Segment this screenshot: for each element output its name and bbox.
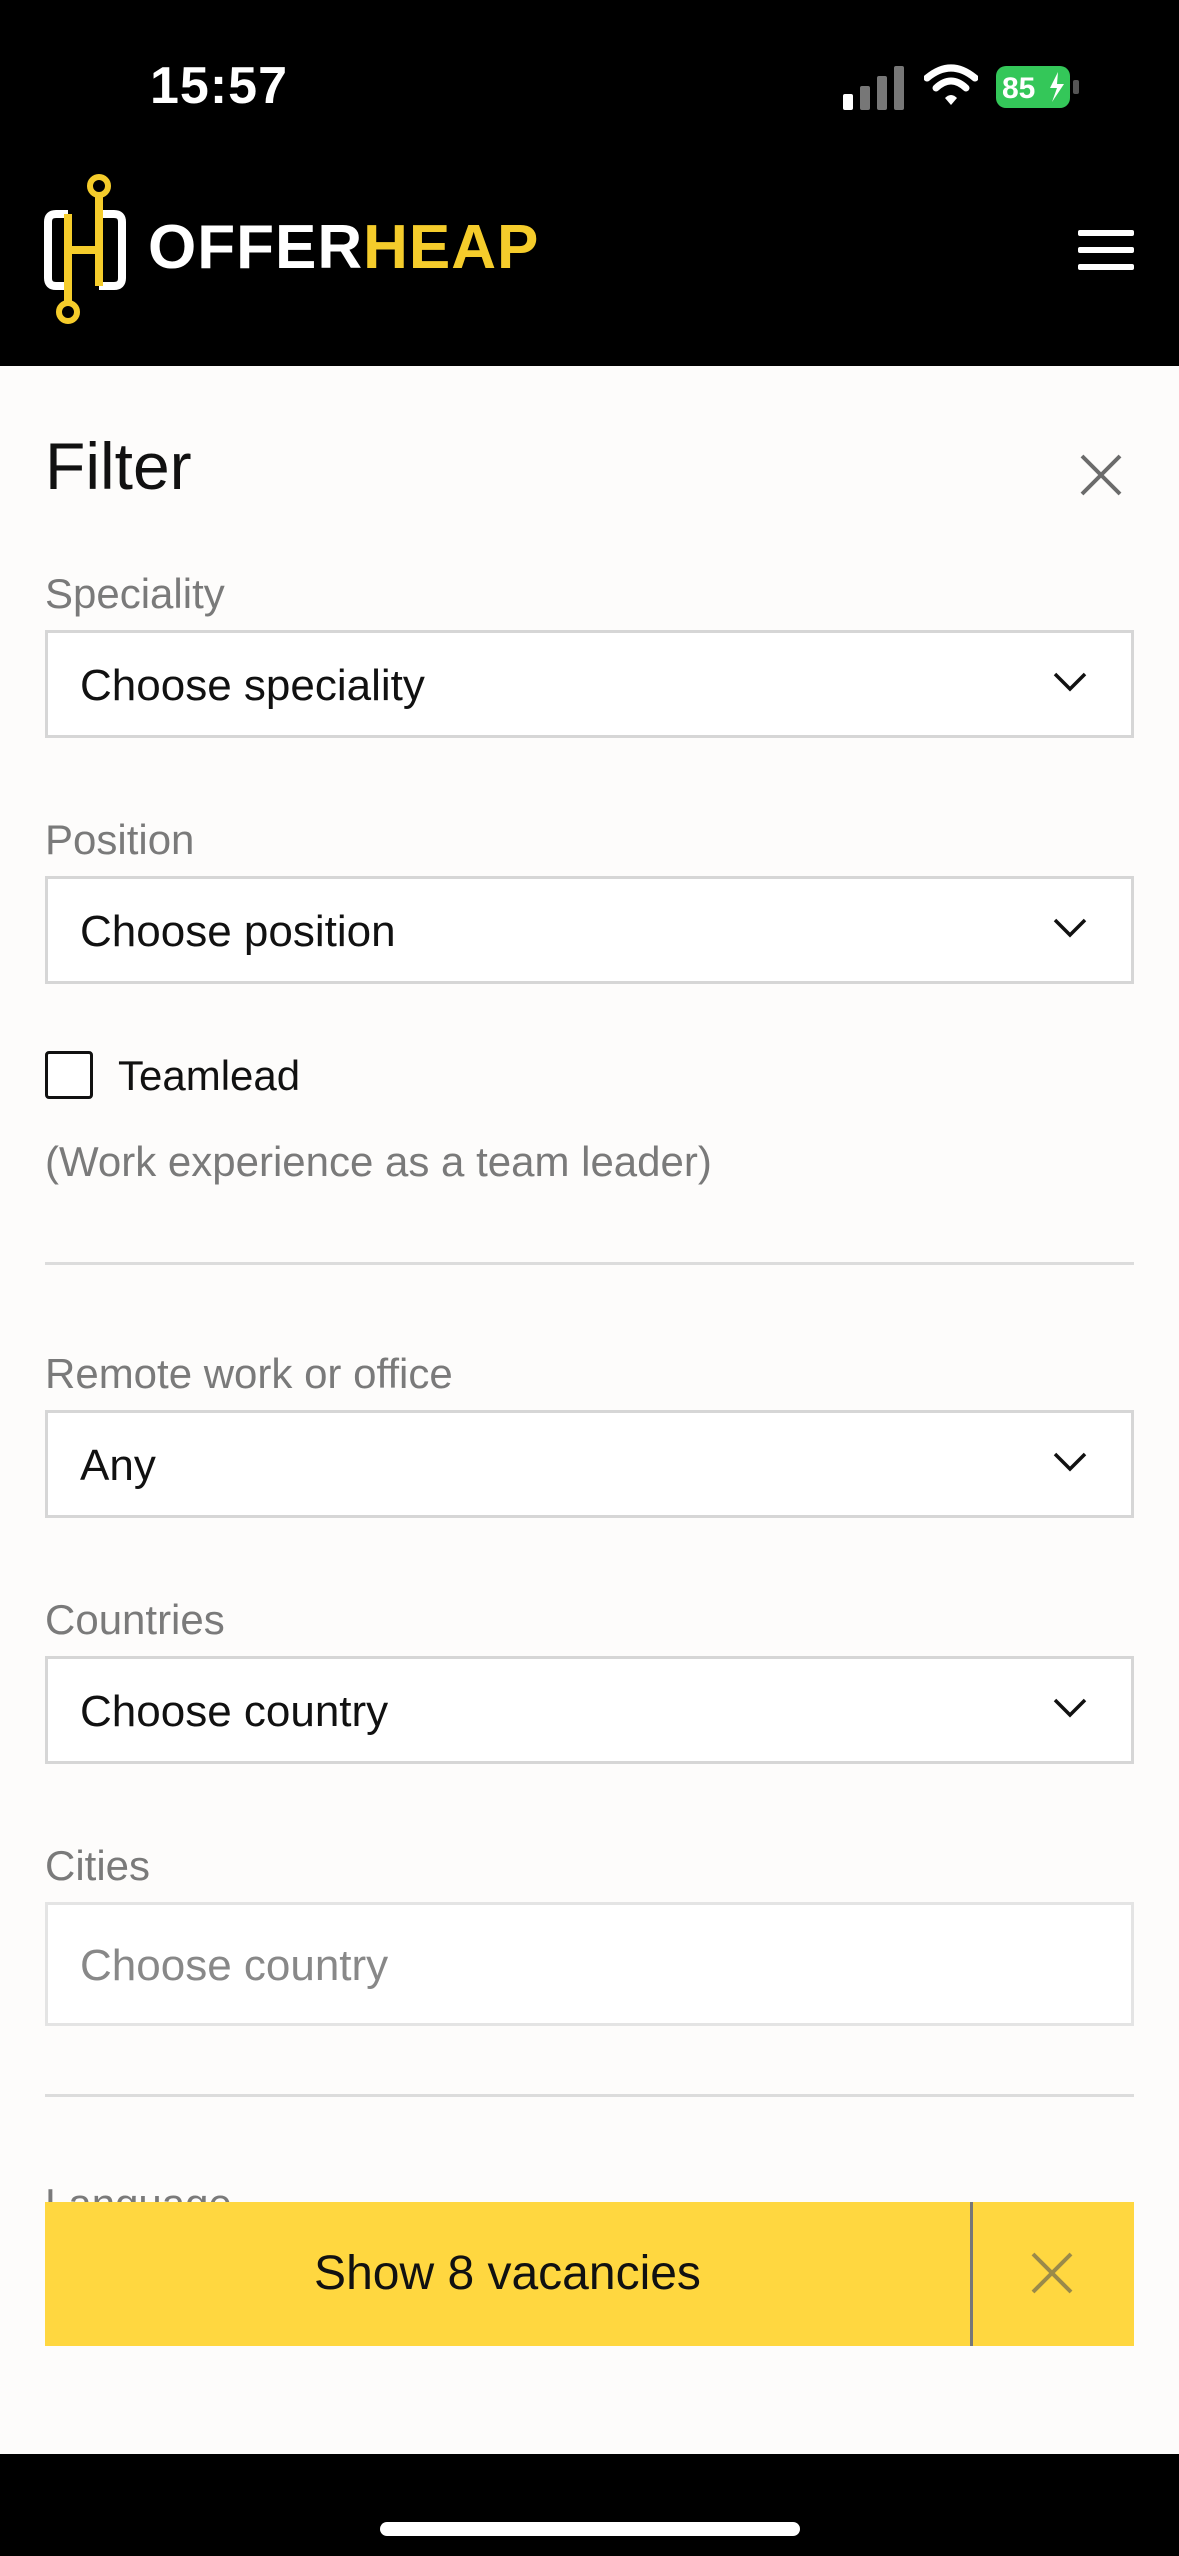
chevron-down-icon bbox=[1053, 672, 1087, 692]
teamlead-label[interactable]: Teamlead bbox=[118, 1052, 300, 1100]
remote-select[interactable]: Any bbox=[45, 1410, 1134, 1518]
brand-name-part1: OFFER bbox=[148, 213, 364, 282]
home-indicator[interactable] bbox=[380, 2522, 800, 2536]
home-bar bbox=[0, 2454, 1179, 2556]
status-bar: 15:57 85 bbox=[0, 0, 1179, 170]
position-value: Choose position bbox=[80, 907, 396, 956]
menu-icon[interactable] bbox=[1078, 230, 1134, 270]
chevron-down-icon bbox=[1053, 918, 1087, 938]
teamlead-checkbox[interactable] bbox=[45, 1051, 93, 1099]
position-select[interactable]: Choose position bbox=[45, 876, 1134, 984]
speciality-select[interactable]: Choose speciality bbox=[45, 630, 1134, 738]
close-icon[interactable] bbox=[1078, 452, 1124, 498]
section-divider bbox=[45, 1262, 1134, 1265]
cities-input[interactable]: Choose country bbox=[45, 1902, 1134, 2026]
countries-select[interactable]: Choose country bbox=[45, 1656, 1134, 1764]
speciality-label: Speciality bbox=[45, 570, 225, 617]
brand-name-part2: HEAP bbox=[363, 213, 540, 282]
offerheap-logo-icon[interactable] bbox=[42, 174, 128, 324]
filter-panel: Filter Speciality Choose speciality Posi… bbox=[0, 366, 1179, 2454]
battery-percent: 85 bbox=[1002, 72, 1035, 105]
status-time: 15:57 bbox=[150, 57, 288, 115]
chevron-down-icon bbox=[1053, 1452, 1087, 1472]
position-label: Position bbox=[45, 816, 195, 863]
section-divider bbox=[45, 2094, 1134, 2097]
cellular-signal-icon bbox=[843, 66, 904, 110]
results-action-bar: Show 8 vacancies bbox=[45, 2202, 1134, 2346]
reset-filters-button[interactable] bbox=[973, 2202, 1134, 2346]
show-vacancies-button[interactable]: Show 8 vacancies bbox=[45, 2202, 970, 2346]
close-icon bbox=[1031, 2252, 1073, 2294]
battery-icon: 85 bbox=[996, 66, 1079, 108]
remote-label: Remote work or office bbox=[45, 1350, 453, 1397]
remote-value: Any bbox=[80, 1441, 156, 1490]
countries-value: Choose country bbox=[80, 1687, 389, 1736]
cities-placeholder: Choose country bbox=[80, 1941, 389, 1990]
show-vacancies-label: Show 8 vacancies bbox=[314, 2247, 701, 2300]
speciality-value: Choose speciality bbox=[80, 661, 425, 710]
cities-label: Cities bbox=[45, 1842, 151, 1889]
wifi-icon bbox=[924, 64, 978, 105]
page-title: Filter bbox=[45, 429, 192, 503]
teamlead-hint: (Work experience as a team leader) bbox=[45, 1138, 712, 1185]
chevron-down-icon bbox=[1053, 1698, 1087, 1718]
brand-logo-text[interactable]: OFFERHEAP bbox=[148, 212, 539, 283]
countries-label: Countries bbox=[45, 1596, 225, 1643]
